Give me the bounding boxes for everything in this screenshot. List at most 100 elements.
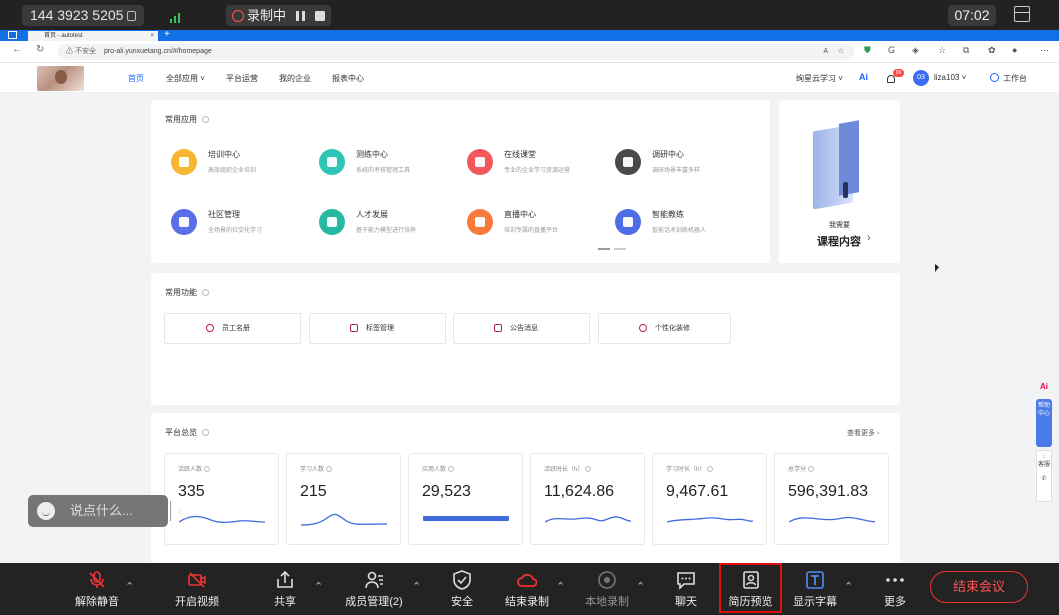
audio-options-chevron-icon[interactable]: ⌃ <box>125 580 134 593</box>
info-icon[interactable] <box>204 466 211 472</box>
app-training-center[interactable]: 培训中心 高效组织企业培训 <box>171 147 311 181</box>
app-practice-center[interactable]: 测练中心 系统的考核管理工具 <box>319 147 459 181</box>
back-icon[interactable]: ← <box>12 44 22 55</box>
meeting-id[interactable]: 144 3923 5205 <box>22 5 145 26</box>
shield-extension-icon[interactable]: ⛊ <box>864 45 871 56</box>
stat-total-credits[interactable]: 总学分 596,391.83 <box>774 453 889 545</box>
app-smart-coach[interactable]: 智能教练 智能话术训练机器人 <box>615 207 755 241</box>
signal-icon[interactable] <box>170 11 184 23</box>
nav-my-company[interactable]: 我的企业 <box>279 73 311 84</box>
practice-icon <box>319 149 345 175</box>
share-button[interactable]: 共享 <box>263 563 307 615</box>
settings-hint-icon[interactable] <box>202 289 209 296</box>
share-options-chevron-icon[interactable]: ⌃ <box>314 580 323 593</box>
workspace-button[interactable]: 工作台 <box>990 73 1027 84</box>
app-online-class[interactable]: 在线课堂 专业的企业学习资源运营 <box>467 147 607 181</box>
emoji-icon[interactable] <box>37 502 55 520</box>
nav-home[interactable]: 首页 <box>128 73 144 84</box>
func-personalize[interactable]: 个性化装修 <box>598 313 731 344</box>
app-talent-dev[interactable]: 人才发展 基于能力模型进行培养 <box>319 207 459 241</box>
security-warning[interactable]: ⚠ 不安全 <box>66 48 96 55</box>
members-button[interactable]: 成员管理(2) <box>340 563 408 615</box>
favorites-icon[interactable]: ☆ <box>938 45 946 56</box>
quick-chat-input[interactable]: 说点什么... ‹ <box>28 495 182 527</box>
brand-selector[interactable]: 绚星云学习 ˅ <box>796 73 843 84</box>
user-menu[interactable]: liza103 ˅ <box>934 73 966 82</box>
menu-more-icon[interactable]: ⋯ <box>1040 45 1049 56</box>
video-off-icon <box>188 572 206 588</box>
captions-button[interactable]: 显示字幕 <box>788 563 842 615</box>
refresh-icon[interactable]: ↻ <box>36 44 44 55</box>
info-icon[interactable] <box>326 466 333 472</box>
extension-2-icon[interactable]: ✿ <box>988 45 996 56</box>
browser-tab[interactable]: 首页 - autotest × <box>28 31 158 41</box>
caption-options-chevron-icon[interactable]: ⌃ <box>844 580 853 593</box>
help-center-button[interactable]: 帮助中心 <box>1036 399 1052 447</box>
profile-icon[interactable]: ● <box>1012 45 1017 55</box>
favorite-icon[interactable]: ☆ <box>838 44 844 60</box>
app-live-center[interactable]: 直播中心 培训专属的直播平台 <box>467 207 607 241</box>
read-aloud-icon[interactable]: A <box>823 44 828 60</box>
info-icon[interactable] <box>448 466 455 472</box>
start-video-button[interactable]: 开启视频 <box>170 563 224 615</box>
phone-icon[interactable]: ✆ <box>1037 475 1051 483</box>
window-layout-icon[interactable] <box>1014 6 1030 22</box>
stat-label-text: 活跃人数 <box>178 467 203 473</box>
avatar[interactable]: 03 <box>913 70 929 86</box>
local-record-chevron-icon[interactable]: ⌃ <box>636 580 645 593</box>
nav-reports[interactable]: 报表中心 <box>332 73 364 84</box>
stat-app-users[interactable]: 应用人数 29,523 <box>408 453 523 545</box>
collapse-icon[interactable]: ‹ <box>178 495 182 527</box>
security-button[interactable]: 安全 <box>440 563 484 615</box>
app-community[interactable]: 社区管理 全场景的社交化学习 <box>171 207 311 241</box>
ai-icon[interactable]: Ai <box>859 72 868 82</box>
copy-icon[interactable] <box>127 11 137 21</box>
site-logo[interactable] <box>37 66 84 91</box>
stat-label: 活跃人数 <box>178 464 211 473</box>
app-survey-center[interactable]: 调研中心 调研场景丰富多样 <box>615 147 755 181</box>
info-icon[interactable] <box>808 466 815 472</box>
local-record-button[interactable]: 本地录制 <box>582 563 632 615</box>
more-button[interactable]: 更多 <box>874 563 916 615</box>
unmute-button[interactable]: 解除静音 <box>70 563 124 615</box>
new-tab-button[interactable]: + <box>164 29 170 40</box>
extension-g-icon[interactable]: G <box>888 45 895 55</box>
resume-preview-button[interactable]: 简历预览 <box>720 563 781 615</box>
nav-platform-ops[interactable]: 平台运营 <box>226 73 258 84</box>
nav-all-apps-label: 全部应用 <box>166 74 198 83</box>
nav-all-apps[interactable]: 全部应用 ˅ <box>166 73 205 84</box>
divider <box>170 501 171 521</box>
app-name: 在线课堂 <box>504 150 536 159</box>
pause-icon[interactable] <box>296 11 306 21</box>
info-icon[interactable] <box>585 466 592 472</box>
view-more-link[interactable]: 查看更多 › <box>847 428 879 438</box>
stat-learners[interactable]: 学习人数 215 <box>286 453 401 545</box>
chat-button[interactable]: 聊天 <box>664 563 708 615</box>
course-promo-banner[interactable]: 我需要 课程内容 › <box>779 100 900 263</box>
settings-hint-icon[interactable] <box>202 116 209 123</box>
url-field[interactable]: ⚠ 不安全 pro-ali.yunxuetang.cn/#/homepage A ☆ <box>58 44 854 60</box>
func-label: 公告消息 <box>510 325 538 332</box>
extension-icon[interactable]: ◈ <box>912 45 919 56</box>
recording-indicator[interactable]: 录制中 <box>226 5 332 26</box>
close-tab-icon[interactable]: × <box>150 31 154 41</box>
service-panel[interactable]: ◌ 客服 ✆ <box>1036 450 1052 502</box>
ai-assistant-icon[interactable]: Ai <box>1036 382 1052 396</box>
window-icon[interactable] <box>8 31 17 39</box>
workspace-label: 工作台 <box>1003 74 1027 83</box>
stat-active-hours[interactable]: 活跃时长（h） 11,624.86 <box>530 453 645 545</box>
carousel-dots[interactable] <box>598 248 626 250</box>
collections-icon[interactable]: ⧉ <box>963 45 969 56</box>
func-announcements[interactable]: 公告消息 <box>453 313 590 344</box>
app-name: 培训中心 <box>208 150 240 159</box>
func-tag-management[interactable]: 标签管理 <box>309 313 446 344</box>
info-icon[interactable] <box>707 466 714 472</box>
stat-learning-hours[interactable]: 学习时长（h） 9,467.61 <box>652 453 767 545</box>
info-icon[interactable] <box>202 429 209 436</box>
stop-icon[interactable] <box>315 11 326 21</box>
func-employee-roster[interactable]: 员工名册 <box>164 313 301 344</box>
stop-recording-button[interactable]: 结束录制 <box>500 563 554 615</box>
end-meeting-button[interactable]: 结束会议 <box>930 571 1028 603</box>
recording-options-chevron-icon[interactable]: ⌃ <box>556 580 565 593</box>
members-options-chevron-icon[interactable]: ⌃ <box>412 580 421 593</box>
